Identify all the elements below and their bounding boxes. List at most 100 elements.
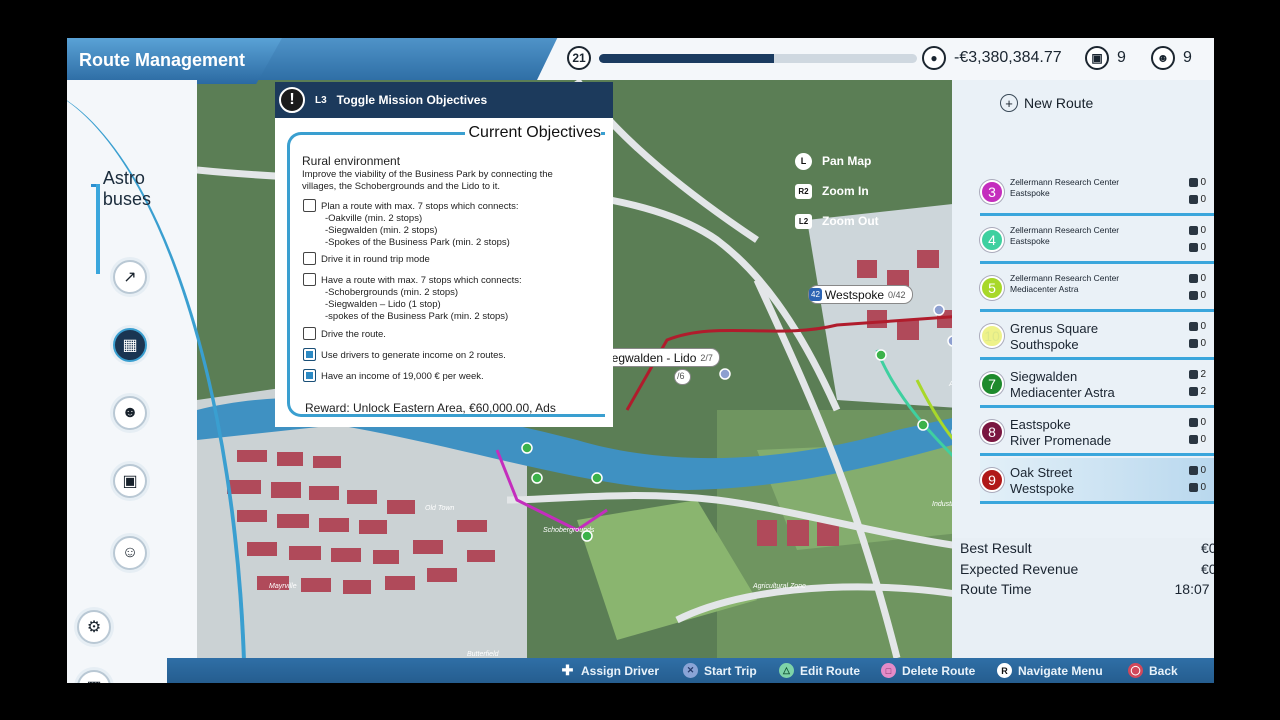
driver-mini-icon — [1189, 466, 1199, 475]
route-item[interactable]: 4 Zellermann Research Center Eastspoke 0 0 — [980, 218, 1214, 264]
route-name: Zellermann Research Center Eastspoke — [1010, 225, 1119, 247]
objective-sub-1-1: -Oakville (min. 2 stops) — [325, 213, 423, 224]
bus-mini-icon — [1189, 195, 1199, 204]
map-controls: L Pan Map R2 Zoom In L2 Zoom Out — [795, 146, 879, 236]
objective-item-6: Have an income of 19,000 € per week. — [321, 371, 484, 382]
settings-button[interactable]: ⚙ — [77, 610, 111, 644]
driver-icon: ☻ — [1151, 46, 1175, 70]
navigate-menu-action[interactable]: R Navigate Menu — [997, 663, 1103, 678]
zoom-in-control[interactable]: R2 Zoom In — [795, 176, 879, 206]
bus-mini-icon — [1189, 339, 1199, 348]
new-route-label: New Route — [1024, 95, 1094, 111]
mayrville-label: Mayrville — [269, 583, 297, 590]
route-bus-count: 0 — [1189, 482, 1206, 493]
route-number-badge: 3 — [980, 180, 1004, 204]
expected-revenue-label: Expected Revenue — [960, 560, 1079, 577]
driver-mini-icon — [1189, 274, 1199, 283]
zoom-out-control[interactable]: L2 Zoom Out — [795, 206, 879, 236]
edit-route-action[interactable]: △ Edit Route — [779, 663, 860, 678]
pan-map-control[interactable]: L Pan Map — [795, 146, 879, 176]
circle-button-icon: ◯ — [1128, 663, 1143, 678]
warning-icon: ! — [279, 87, 305, 113]
route-time-value: 18:07 min — [1174, 581, 1214, 597]
route-number-badge: 10 — [980, 324, 1004, 348]
route-item[interactable]: 7 Siegwalden Mediacenter Astra 2 2 — [980, 362, 1214, 408]
lido-stop-label[interactable]: iegwalden - Lido 2/7 — [605, 349, 719, 366]
start-trip-action[interactable]: ✕ Start Trip — [683, 663, 757, 678]
route-stats: Best Result €0.00 Expected Revenue €0.00 R… — [960, 540, 1214, 602]
edit-route-label: Edit Route — [800, 663, 860, 678]
bus-menu-icon: ▣ — [122, 473, 138, 490]
route-item[interactable]: 3 Zellermann Research Center Eastspoke 0 0 — [980, 170, 1214, 216]
driver-mini-icon — [1189, 226, 1199, 235]
route-driver-count: 0 — [1189, 465, 1206, 476]
route-name-line1: Siegwalden — [1010, 369, 1078, 384]
route-bus-value: 0 — [1200, 338, 1206, 349]
butterfield-label: Butterfield — [467, 651, 500, 658]
second-stop-label[interactable]: /6 — [675, 370, 690, 384]
route-bus-value: 0 — [1200, 290, 1206, 301]
driver-mini-icon — [1189, 178, 1199, 187]
objective-sub-3-3: -spokes of the Business Park (min. 2 sto… — [325, 311, 509, 322]
route-driver-value: 0 — [1200, 273, 1206, 284]
new-route-button[interactable]: + New Route — [1000, 94, 1093, 112]
buses-button[interactable]: ▣ — [113, 464, 147, 498]
old-town-label: Old Town — [425, 505, 454, 512]
objective-checkbox-5 — [303, 348, 316, 361]
route-name-line2: Eastspoke — [1010, 236, 1050, 246]
bus-icon: ▣ — [1085, 46, 1109, 70]
lido-stop-count: 2/7 — [700, 352, 713, 363]
monitor-icon: ▩ — [86, 677, 101, 683]
route-item[interactable]: 10 Grenus Square Southspoke 0 0 — [980, 314, 1214, 360]
route-name-line1: Grenus Square — [1010, 321, 1099, 336]
route-name-line1: Zellermann Research Center — [1010, 273, 1120, 283]
delete-route-action[interactable]: □ Delete Route — [881, 663, 975, 678]
drivers-button[interactable]: ☻ — [113, 396, 147, 430]
zoom-in-label: Zoom In — [822, 184, 869, 198]
route-name: Zellermann Research Center Eastspoke — [1010, 177, 1119, 199]
route-driver-count: 0 — [1189, 417, 1206, 428]
route-driver-count: 0 — [1189, 225, 1206, 236]
route-bus-count: 0 — [1189, 338, 1206, 349]
route-item[interactable]: 9 Oak Street Westspoke 0 0 — [980, 458, 1214, 504]
r-stick-icon: R — [997, 663, 1012, 678]
objective-sub-3-1: -Schobergrounds (min. 2 stops) — [325, 287, 459, 298]
route-map-button[interactable]: ▦ — [113, 328, 147, 362]
route-name: Zellermann Research Center Mediacenter As… — [1010, 273, 1119, 295]
route-item[interactable]: 5 Zellermann Research Center Mediacenter A… — [980, 266, 1214, 312]
route-driver-value: 0 — [1200, 225, 1206, 236]
statistics-button[interactable]: ↗ — [113, 260, 147, 294]
route-driver-value: 0 — [1200, 417, 1206, 428]
objective-checkbox-1 — [303, 199, 316, 212]
assign-driver-action[interactable]: ✚ Assign Driver — [560, 662, 660, 678]
best-result-row: Best Result €0.00 — [960, 540, 1214, 561]
assign-driver-label: Assign Driver — [581, 663, 660, 678]
navigate-menu-label: Navigate Menu — [1018, 663, 1103, 678]
route-driver-count: 0 — [1189, 321, 1206, 332]
bottom-controls-bar: ✚ Assign Driver ✕ Start Trip △ Edit Rout… — [167, 658, 1214, 683]
company-name: Astro buses — [91, 168, 197, 210]
westspoke-stop-label[interactable]: 42 Westspoke 0/42 — [809, 286, 912, 303]
best-result-value: €0.00 — [1200, 540, 1214, 556]
westspoke-stop-name: Westspoke — [824, 287, 885, 302]
delete-route-label: Delete Route — [902, 663, 976, 678]
bus-count: 9 — [1117, 49, 1126, 66]
staff-button[interactable]: ☺ — [113, 536, 147, 570]
route-name-line2: Mediacenter Astra — [1010, 284, 1079, 294]
toggle-objectives-bar[interactable]: ! L3 Toggle Mission Objectives — [275, 82, 613, 118]
coins-icon: ● — [922, 46, 946, 70]
route-bus-value: 0 — [1200, 434, 1206, 445]
top-bar: Route Management 21 ● -€3,380,384.77 ▣ 9… — [67, 38, 1214, 84]
back-action[interactable]: ◯ Back — [1128, 663, 1178, 678]
route-bus-value: 0 — [1200, 242, 1206, 253]
bus-mini-icon — [1189, 387, 1199, 396]
route-number-badge: 5 — [980, 276, 1004, 300]
game-screen: Old Town Schobergrounds Mayrville Agricu… — [67, 38, 1214, 683]
route-item[interactable]: 8 Eastspoke River Promenade 0 0 — [980, 410, 1214, 456]
route-bus-value: 2 — [1200, 386, 1206, 397]
pan-map-label: Pan Map — [822, 154, 872, 168]
driver-menu-icon: ☻ — [121, 404, 139, 421]
route-driver-count: 0 — [1189, 273, 1206, 284]
company-name-label: Astro buses — [102, 168, 151, 209]
route-bus-value: 0 — [1200, 194, 1206, 205]
